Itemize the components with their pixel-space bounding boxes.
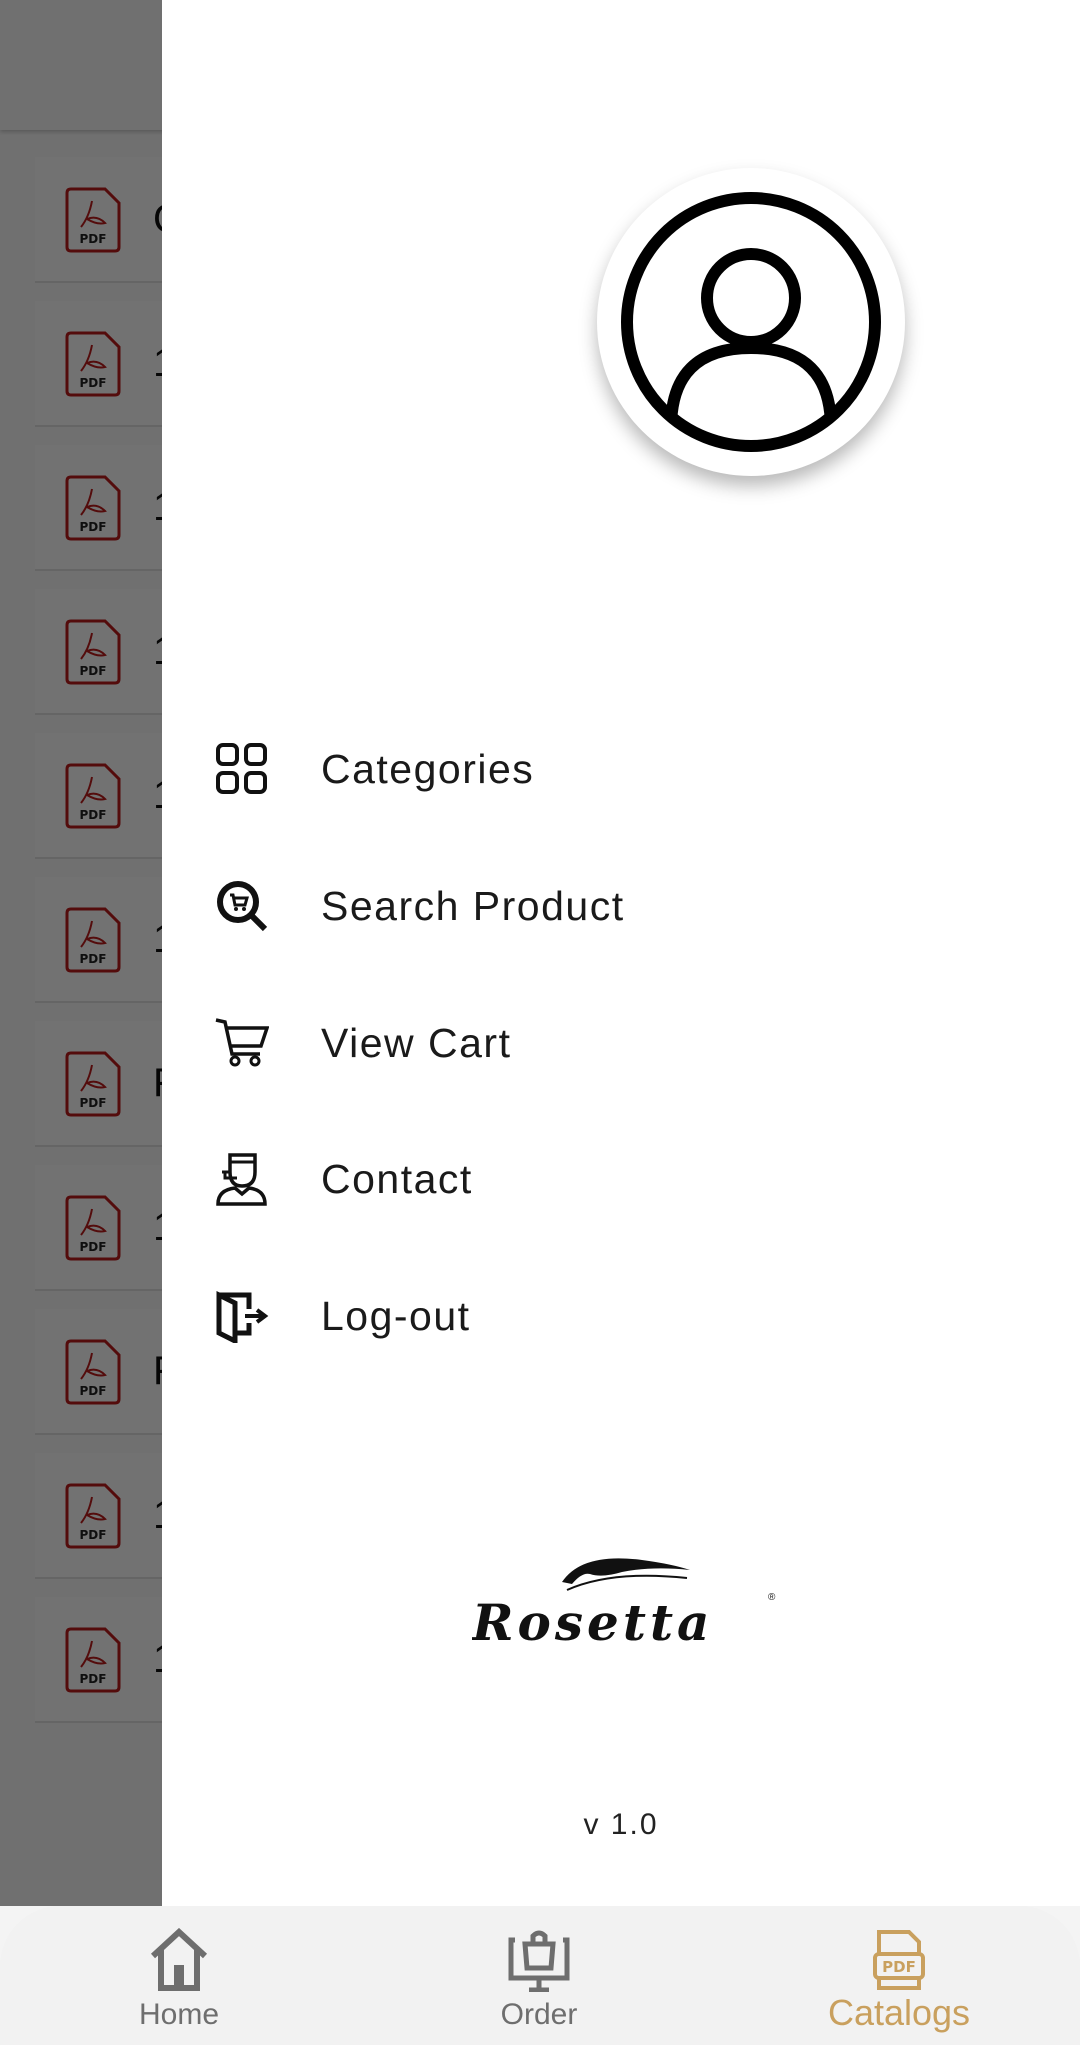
avatar[interactable] bbox=[597, 168, 905, 476]
menu-item-label: Categories bbox=[321, 746, 535, 792]
pdf-catalog-icon: PDF bbox=[873, 1930, 925, 1990]
menu-item-log-out[interactable]: Log-out bbox=[162, 1255, 1080, 1375]
search-cart-icon bbox=[217, 881, 268, 932]
navigation-drawer: Categories Search Product View Cart Cont… bbox=[162, 0, 1080, 1906]
support-agent-icon bbox=[216, 1153, 267, 1206]
menu-item-label: Log-out bbox=[321, 1293, 471, 1339]
app-version: v 1.0 bbox=[583, 1808, 659, 1841]
tab-home[interactable]: Home bbox=[79, 1906, 279, 2045]
menu-item-label: Search Product bbox=[321, 883, 625, 929]
logout-door-icon bbox=[216, 1290, 269, 1343]
order-bag-monitor-icon bbox=[508, 1930, 570, 1992]
tab-label: Catalogs bbox=[827, 1992, 971, 2033]
bottom-navigation: Home Order PDF Catalogs bbox=[0, 1906, 1080, 2045]
tab-label: Home bbox=[138, 1998, 220, 2031]
svg-text:Rosetta: Rosetta bbox=[472, 1593, 713, 1652]
rosetta-logo: Rosetta ® bbox=[472, 1558, 776, 1652]
tab-label: Order bbox=[500, 1998, 578, 2031]
menu-item-search-product[interactable]: Search Product bbox=[162, 845, 1080, 965]
svg-text:PDF: PDF bbox=[882, 1958, 916, 1976]
user-circle-icon bbox=[621, 192, 881, 452]
menu-item-view-cart[interactable]: View Cart bbox=[162, 982, 1080, 1102]
menu-item-categories[interactable]: Categories bbox=[162, 708, 1080, 828]
home-icon bbox=[150, 1928, 208, 1991]
svg-text:®: ® bbox=[768, 1592, 776, 1603]
grid-icon bbox=[216, 743, 267, 794]
menu-item-label: Contact bbox=[321, 1156, 473, 1202]
cart-icon bbox=[215, 1018, 269, 1067]
menu-item-contact[interactable]: Contact bbox=[162, 1118, 1080, 1238]
tab-catalogs[interactable]: PDF Catalogs bbox=[799, 1906, 999, 2045]
tab-order[interactable]: Order bbox=[439, 1906, 639, 2045]
menu-item-label: View Cart bbox=[321, 1020, 512, 1066]
